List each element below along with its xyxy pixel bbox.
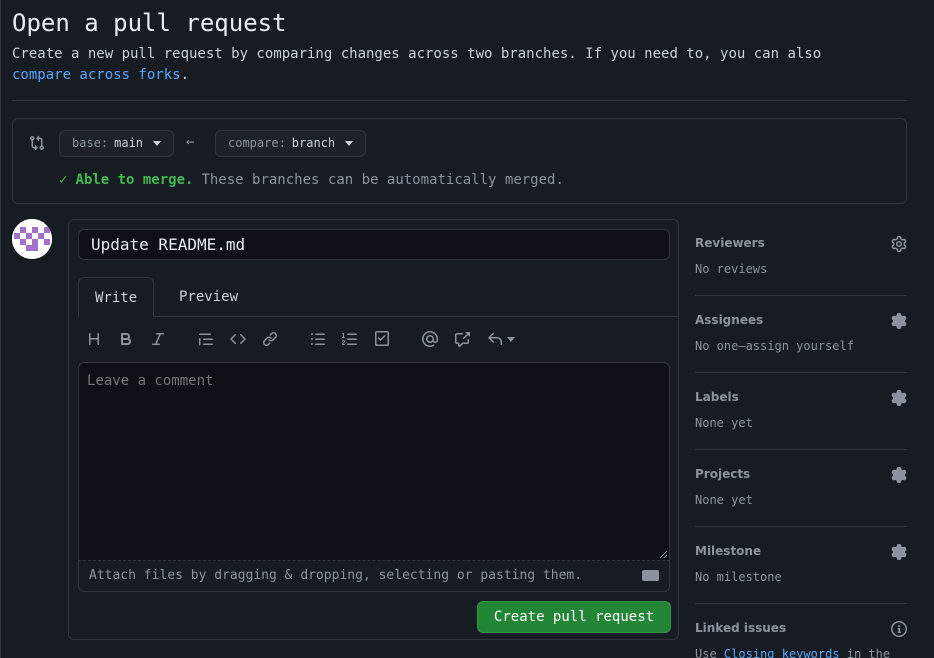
code-icon[interactable]	[227, 328, 249, 350]
subtitle-period: .	[180, 67, 190, 83]
reviewers-heading: Reviewers	[695, 236, 765, 250]
check-icon: ✓	[59, 172, 68, 188]
milestone-value: No milestone	[695, 570, 782, 584]
gear-icon[interactable]	[891, 313, 907, 329]
subtitle-text: Create a new pull request by comparing c…	[12, 46, 822, 62]
compare-value: branch	[291, 136, 336, 150]
create-pull-request-button[interactable]: Create pull request	[477, 601, 671, 633]
scrollbar[interactable]	[929, 0, 934, 510]
page-title: Open a pull request	[12, 9, 287, 37]
reviewers-value: No reviews	[695, 262, 768, 276]
resize-handle-icon[interactable]	[658, 549, 668, 559]
assignees-value[interactable]: No one—assign yourself	[695, 339, 854, 353]
merge-ok-text: Able to merge.	[75, 172, 194, 188]
base-branch-button[interactable]: base: main	[59, 130, 175, 157]
tab-preview[interactable]: Preview	[163, 277, 254, 317]
page-subtitle: Create a new pull request by comparing c…	[12, 44, 892, 86]
saved-reply-icon[interactable]	[483, 328, 519, 350]
sidebar-assignees: Assignees No one—assign yourself	[695, 296, 907, 373]
pr-sidebar: Reviewers No reviews Assignees No one—as…	[695, 219, 907, 658]
bulleted-list-icon[interactable]	[307, 328, 329, 350]
milestone-heading: Milestone	[695, 544, 762, 558]
numbered-list-icon[interactable]	[339, 328, 361, 350]
italic-icon[interactable]	[147, 328, 169, 350]
mention-icon[interactable]	[419, 328, 441, 350]
assignees-heading: Assignees	[695, 313, 764, 327]
sidebar-linked-issues: Linked issues Use Closing keywords in th…	[695, 604, 907, 658]
arrow-left-icon: ←	[186, 134, 195, 150]
chevron-down-icon	[507, 336, 515, 342]
info-icon[interactable]	[891, 621, 907, 637]
merge-message: These branches can be automatically merg…	[201, 172, 564, 188]
closing-keywords-link[interactable]: Closing keywords	[724, 647, 840, 658]
chevron-down-icon	[153, 141, 162, 146]
sidebar-projects: Projects None yet	[695, 450, 907, 527]
divider	[12, 100, 907, 101]
projects-value: None yet	[695, 493, 753, 507]
gear-icon[interactable]	[891, 544, 907, 560]
gear-icon[interactable]	[891, 467, 907, 483]
labels-heading: Labels	[695, 390, 739, 404]
projects-heading: Projects	[695, 467, 751, 481]
linked-suffix: in the	[846, 647, 891, 658]
linked-issues-value: Use Closing keywords in the	[695, 647, 890, 658]
base-value: main	[114, 136, 144, 150]
task-list-icon[interactable]	[371, 328, 393, 350]
git-compare-icon	[30, 135, 45, 151]
bold-icon[interactable]	[115, 328, 137, 350]
gear-icon[interactable]	[891, 390, 907, 406]
labels-value: None yet	[695, 416, 753, 430]
linked-issues-heading: Linked issues	[695, 621, 787, 635]
file-attachment-bar[interactable]: Attach files by dragging & dropping, sel…	[78, 560, 670, 592]
comment-textarea[interactable]	[78, 362, 670, 562]
pr-editor: Write Preview	[68, 219, 679, 640]
sidebar-milestone: Milestone No milestone	[695, 527, 907, 604]
chevron-down-icon	[345, 141, 354, 146]
attach-text: Attach files by dragging & dropping, sel…	[89, 568, 583, 583]
pr-title-input[interactable]	[78, 229, 670, 260]
page-frame: Open a pull request Create a new pull re…	[0, 0, 934, 658]
sidebar-labels: Labels None yet	[695, 373, 907, 450]
heading-icon[interactable]	[83, 328, 105, 350]
gear-icon[interactable]	[891, 236, 907, 252]
editor-tabs: Write Preview	[78, 277, 679, 318]
branch-compare-box: base: main ← compare: branch ✓ Able to m…	[12, 118, 907, 204]
quote-icon[interactable]	[195, 328, 217, 350]
base-label: base:	[72, 136, 109, 150]
compare-label: compare:	[228, 136, 286, 150]
markdown-toolbar	[81, 328, 671, 350]
avatar[interactable]	[12, 219, 52, 259]
compare-forks-link[interactable]: compare across forks	[12, 67, 181, 83]
sidebar-reviewers: Reviewers No reviews	[695, 219, 907, 296]
markdown-icon[interactable]	[642, 570, 659, 581]
tab-write[interactable]: Write	[78, 277, 155, 318]
linked-prefix: Use	[695, 647, 717, 658]
link-icon[interactable]	[259, 328, 281, 350]
identicon-image	[12, 219, 52, 259]
merge-status: ✓ Able to merge. These branches can be a…	[59, 172, 564, 188]
cross-reference-icon[interactable]	[451, 328, 473, 350]
compare-branch-button[interactable]: compare: branch	[215, 130, 367, 157]
